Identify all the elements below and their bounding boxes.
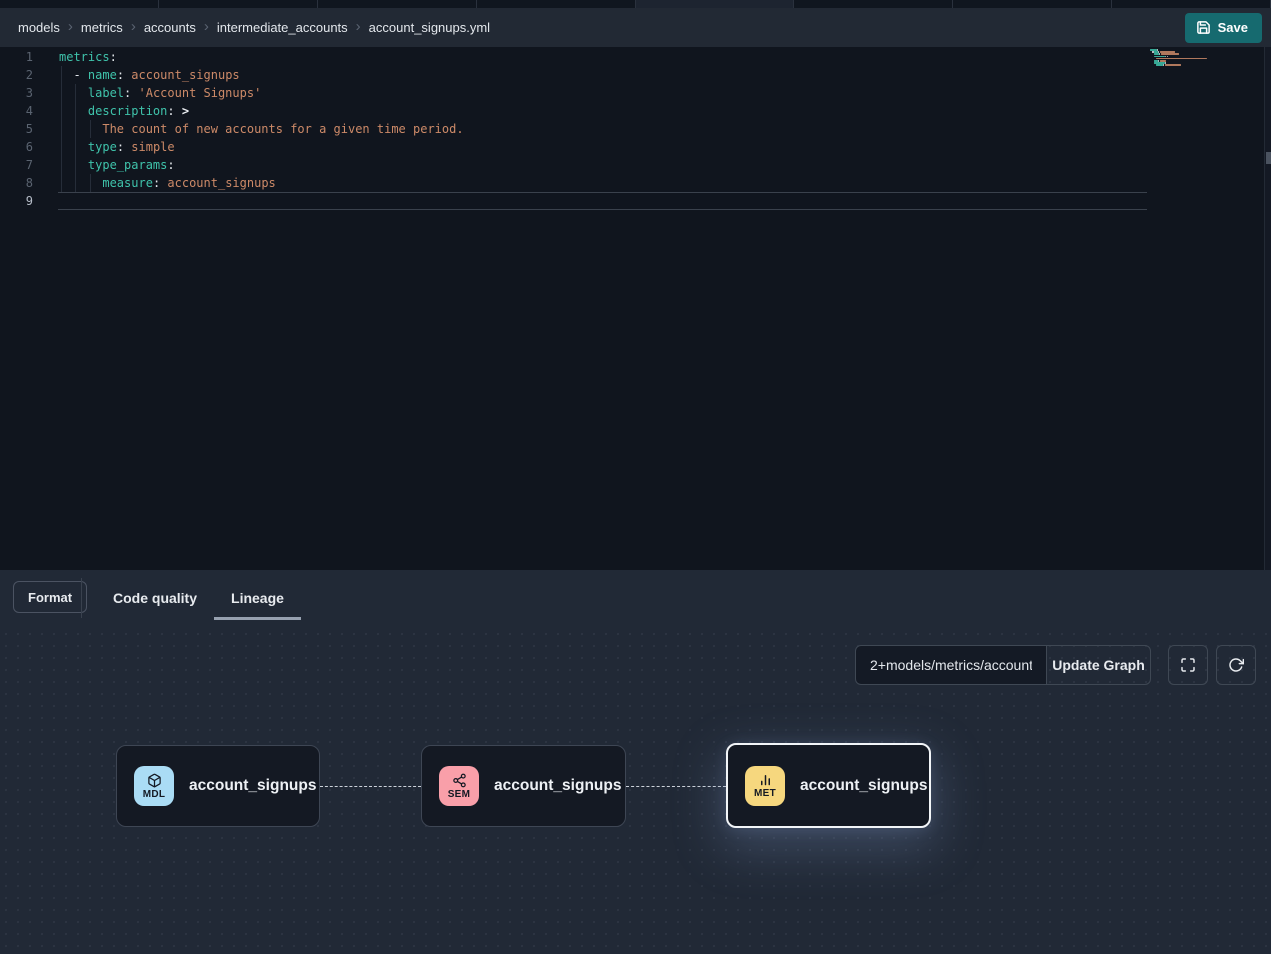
- file-tab-segment[interactable]: [794, 0, 953, 8]
- chevron-right-icon: ›: [204, 19, 209, 36]
- indent-guide: [61, 156, 62, 174]
- badge-label: MET: [754, 788, 776, 799]
- semantic-badge: SEM: [439, 766, 479, 806]
- metric-badge: MET: [745, 766, 785, 806]
- file-tab-strip[interactable]: [0, 0, 1271, 8]
- refresh-button[interactable]: [1216, 645, 1256, 685]
- code-line: 1metrics:: [0, 48, 1271, 66]
- indent-guide: [61, 66, 62, 84]
- badge-label: MDL: [143, 789, 166, 800]
- network-icon: [452, 773, 467, 788]
- badge-label: SEM: [448, 789, 471, 800]
- indent-guide: [61, 174, 62, 192]
- code-line: 5 The count of new accounts for a given …: [0, 120, 1271, 138]
- line-number: 1: [0, 50, 44, 64]
- file-tab-segment[interactable]: [318, 0, 477, 8]
- code-line: 9: [0, 192, 1271, 210]
- line-number: 5: [0, 122, 44, 136]
- breadcrumb-item[interactable]: models: [18, 20, 60, 35]
- indent-guide: [75, 84, 76, 102]
- chevron-right-icon: ›: [356, 19, 361, 36]
- lineage-node-model[interactable]: MDL account_signups: [116, 745, 320, 827]
- code-line: 7 type_params:: [0, 156, 1271, 174]
- node-label: account_signups: [189, 777, 316, 795]
- code-line: 4 description: >: [0, 102, 1271, 120]
- format-button[interactable]: Format: [13, 581, 87, 613]
- node-label: account_signups: [494, 777, 621, 795]
- fullscreen-button[interactable]: [1168, 645, 1208, 685]
- model-badge: MDL: [134, 766, 174, 806]
- file-tab-segment[interactable]: [636, 0, 795, 8]
- tab-lineage[interactable]: Lineage: [214, 578, 301, 620]
- indent-guide: [75, 120, 76, 138]
- lineage-node-metric[interactable]: MET account_signups: [726, 743, 931, 828]
- bar-chart-icon: [758, 772, 773, 787]
- indent-guide: [90, 120, 91, 138]
- file-tab-segment[interactable]: [159, 0, 318, 8]
- line-number: 3: [0, 86, 44, 100]
- save-button-label: Save: [1218, 20, 1248, 35]
- code-line: 6 type: simple: [0, 138, 1271, 156]
- indent-guide: [75, 174, 76, 192]
- lineage-edge: [626, 786, 726, 787]
- save-button[interactable]: Save: [1185, 13, 1262, 43]
- lineage-node-semantic-model[interactable]: SEM account_signups: [421, 745, 626, 827]
- lineage-edge: [320, 786, 421, 787]
- line-number: 8: [0, 176, 44, 190]
- line-number: 7: [0, 158, 44, 172]
- bottom-panel: Format Code quality Lineage Update Graph: [0, 570, 1271, 954]
- indent-guide: [61, 84, 62, 102]
- breadcrumb-item[interactable]: account_signups.yml: [369, 20, 490, 35]
- indent-guide: [61, 138, 62, 156]
- toolbar-divider: [81, 578, 82, 618]
- indent-guide: [75, 138, 76, 156]
- line-number: 4: [0, 104, 44, 118]
- cube-icon: [147, 773, 162, 788]
- scrollbar-thumb[interactable]: [1266, 152, 1271, 164]
- tab-code-quality[interactable]: Code quality: [96, 578, 214, 620]
- breadcrumb-item[interactable]: accounts: [144, 20, 196, 35]
- ide-window: models › metrics › accounts › intermediate_acc…: [0, 0, 1271, 954]
- breadcrumb-item[interactable]: metrics: [81, 20, 123, 35]
- file-tab-segment[interactable]: [477, 0, 636, 8]
- indent-guide: [61, 120, 62, 138]
- selector-group: Update Graph: [855, 645, 1151, 685]
- line-number: 2: [0, 68, 44, 82]
- chevron-right-icon: ›: [131, 19, 136, 36]
- save-icon: [1196, 20, 1211, 35]
- breadcrumb-item[interactable]: intermediate_accounts: [217, 20, 348, 35]
- yaml-editor[interactable]: 1metrics:2 - name: account_signups3 labe…: [0, 47, 1271, 570]
- refresh-icon: [1228, 657, 1244, 673]
- breadcrumb-bar: models › metrics › accounts › intermediate_acc…: [0, 8, 1271, 47]
- selector-input[interactable]: [855, 645, 1047, 685]
- minimap[interactable]: [1150, 49, 1212, 79]
- file-tab-segment[interactable]: [1112, 0, 1271, 8]
- code-line: 3 label: 'Account Signups': [0, 84, 1271, 102]
- line-number: 9: [0, 194, 44, 208]
- code-line: 8 measure: account_signups: [0, 174, 1271, 192]
- indent-guide: [90, 174, 91, 192]
- scrollbar-track[interactable]: [1264, 47, 1271, 570]
- file-tab-segment[interactable]: [953, 0, 1112, 8]
- panel-tabs: Code quality Lineage: [96, 578, 301, 620]
- chevron-right-icon: ›: [68, 19, 73, 36]
- file-tab-segment[interactable]: [0, 0, 159, 8]
- line-number: 6: [0, 140, 44, 154]
- indent-guide: [75, 102, 76, 120]
- update-graph-button[interactable]: Update Graph: [1046, 645, 1151, 685]
- fullscreen-icon: [1180, 657, 1196, 673]
- code-line: 2 - name: account_signups: [0, 66, 1271, 84]
- indent-guide: [61, 102, 62, 120]
- node-label: account_signups: [800, 777, 927, 795]
- indent-guide: [75, 156, 76, 174]
- breadcrumb: models › metrics › accounts › intermediate_acc…: [18, 19, 490, 36]
- current-line-highlight: [58, 192, 1147, 210]
- code-area[interactable]: 1metrics:2 - name: account_signups3 labe…: [0, 47, 1271, 570]
